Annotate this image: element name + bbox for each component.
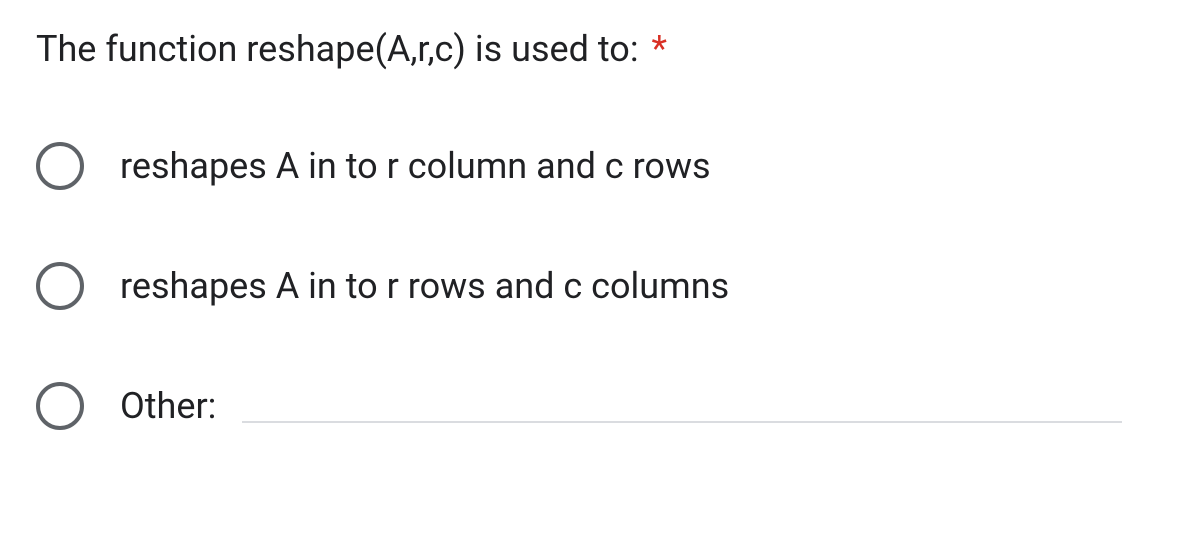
other-wrapper: Other: [120,385,1164,427]
other-input-underline[interactable] [242,421,1122,423]
question-title: The function reshape(A,r,c) is used to: … [36,28,1164,70]
option-other-label: Other: [120,385,216,427]
radio-icon[interactable] [36,142,84,190]
option-label: reshapes A in to r rows and c columns [120,265,729,307]
radio-icon[interactable] [36,262,84,310]
question-text: The function reshape(A,r,c) is used to: [36,28,639,70]
option-label: reshapes A in to r column and c rows [120,145,711,187]
radio-icon[interactable] [36,382,84,430]
required-asterisk: * [651,28,667,70]
options-container: reshapes A in to r column and c rows res… [36,142,1164,430]
option-row[interactable]: reshapes A in to r column and c rows [36,142,1164,190]
option-row[interactable]: reshapes A in to r rows and c columns [36,262,1164,310]
option-other-row[interactable]: Other: [36,382,1164,430]
